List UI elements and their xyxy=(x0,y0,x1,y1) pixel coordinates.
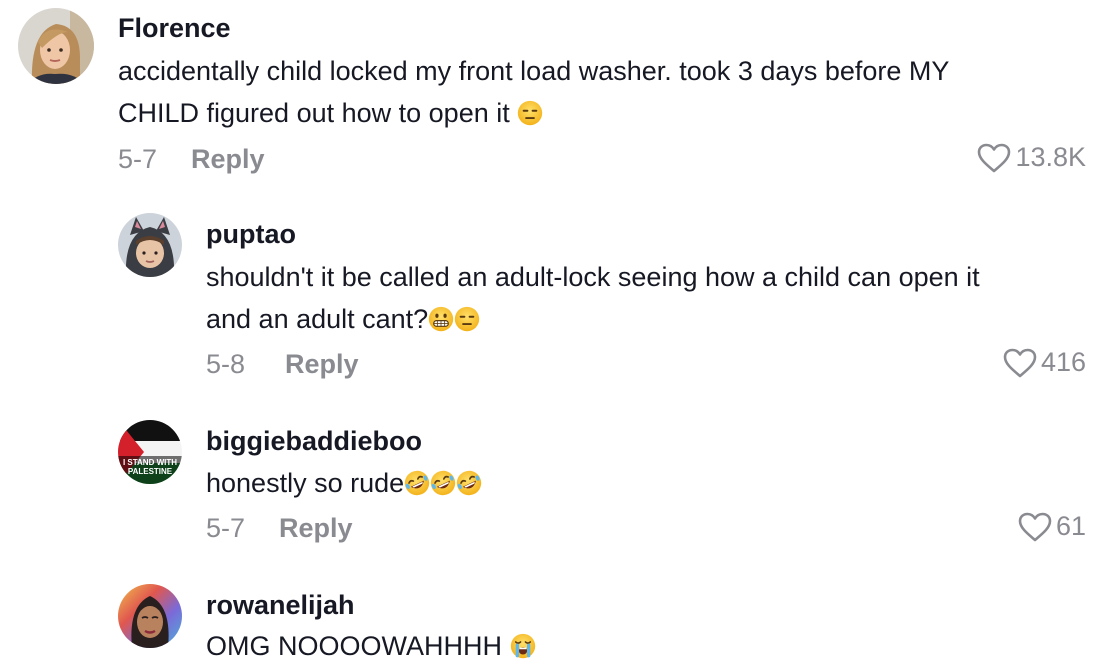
comment-username[interactable]: Florence xyxy=(118,13,231,44)
rolling-on-floor-laughing-emoji xyxy=(404,470,430,496)
comment-username[interactable]: biggiebaddieboo xyxy=(206,426,422,457)
avatar[interactable] xyxy=(118,213,182,277)
reply-button[interactable]: Reply xyxy=(279,513,353,544)
comment-username[interactable]: puptao xyxy=(206,219,296,250)
like-count: 416 xyxy=(1040,347,1086,377)
avatar[interactable] xyxy=(18,8,94,84)
comment-text: honestly so rude xyxy=(206,462,482,504)
avatar[interactable] xyxy=(118,584,182,648)
comment-text-line: shouldn't it be called an adult-lock see… xyxy=(206,262,980,292)
comment-text-line: and an adult cant? xyxy=(206,298,980,340)
heart-outline-icon xyxy=(978,143,1011,172)
comment-text: accidentally child locked my front load … xyxy=(118,50,949,134)
reply-button[interactable]: Reply xyxy=(191,144,265,175)
loudly-crying-face-emoji xyxy=(510,633,536,659)
avatar-text-line: I STAND WITH xyxy=(123,458,177,467)
comment-text-line: OMG NOOOOWAHHHH xyxy=(206,625,536,667)
like-button[interactable]: 416 xyxy=(1003,347,1086,378)
grimacing-face-emoji xyxy=(428,306,454,332)
comment-text: shouldn't it be called an adult-lock see… xyxy=(206,256,980,340)
avatar[interactable]: I STAND WITH PALESTINE xyxy=(118,420,182,484)
like-count: 13.8K xyxy=(1015,142,1086,172)
heart-outline-icon xyxy=(1003,348,1037,377)
expressionless-face-emoji xyxy=(454,306,480,332)
avatar-text-line: PALESTINE xyxy=(128,467,173,476)
rolling-on-floor-laughing-emoji xyxy=(456,470,482,496)
reply-button[interactable]: Reply xyxy=(285,349,359,380)
like-button[interactable]: 61 xyxy=(1018,511,1086,542)
like-count: 61 xyxy=(1055,511,1086,541)
rolling-on-floor-laughing-emoji xyxy=(430,470,456,496)
expressionless-face-emoji xyxy=(517,100,543,126)
like-button[interactable]: 13.8K xyxy=(977,142,1086,173)
comment-date: 5-8 xyxy=(206,349,246,379)
comment-text-line: honestly so rude xyxy=(206,462,482,504)
comment-text: OMG NOOOOWAHHHH xyxy=(206,625,536,667)
comment-text-line: CHILD figured out how to open it xyxy=(118,92,949,134)
comment-username[interactable]: rowanelijah xyxy=(206,590,355,621)
heart-outline-icon xyxy=(1018,512,1052,541)
comment-date: 5-7 xyxy=(118,144,158,174)
comment-date: 5-7 xyxy=(206,513,246,543)
comment-text-line: accidentally child locked my front load … xyxy=(118,56,950,86)
